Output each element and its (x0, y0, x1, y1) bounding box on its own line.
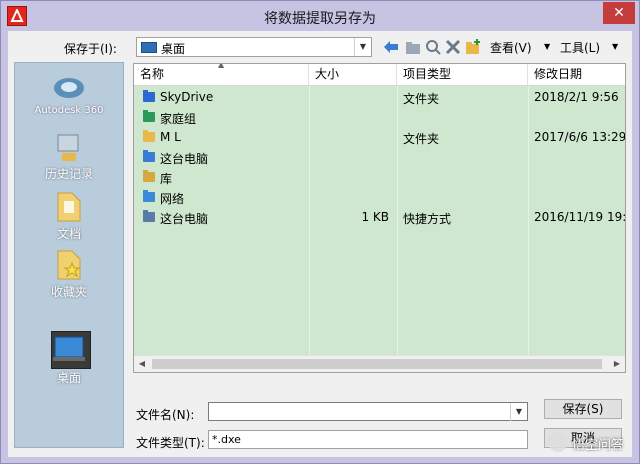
back-arrow-icon[interactable] (382, 38, 400, 56)
filetype-value: *.dxe (212, 433, 241, 446)
row-name: 这台电脑 (160, 152, 209, 166)
file-list-header: 名称 ▲ 大小 项目类型 修改日期 (134, 64, 625, 86)
new-folder-icon[interactable] (464, 38, 482, 56)
table-row[interactable]: 这台电脑 (134, 147, 625, 167)
skydrive-icon (142, 89, 156, 103)
chevron-down-icon[interactable]: ▼ (510, 403, 527, 421)
row-name: 库 (160, 172, 173, 186)
network-icon (142, 189, 156, 203)
library-icon (142, 169, 156, 183)
favorites-icon (57, 250, 81, 280)
table-row[interactable]: 这台电脑 1 KB 快捷方式 2016/11/19 19:5 (134, 207, 625, 227)
filename-label: 文件名(N): (136, 408, 195, 422)
place-autodesk-360[interactable]: Autodesk 360 (15, 73, 123, 116)
row-type: 快捷方式 (403, 212, 452, 226)
row-name: SkyDrive (160, 90, 214, 104)
computer-icon (142, 149, 156, 163)
place-favorites[interactable]: 收藏夹 (15, 247, 123, 300)
filetype-label: 文件类型(T): (136, 436, 205, 450)
horizontal-scrollbar[interactable]: ◀ ▶ (134, 355, 625, 372)
title-bar[interactable]: 将数据提取另存为 ✕ (1, 1, 639, 31)
save-button[interactable]: 保存(S) (544, 399, 622, 419)
row-name: M L (160, 130, 181, 144)
table-row[interactable]: 网络 (134, 187, 625, 207)
save-in-combo[interactable]: 桌面 ▼ (136, 37, 372, 57)
scroll-left-icon[interactable]: ◀ (134, 356, 150, 372)
table-row[interactable]: 库 (134, 167, 625, 187)
history-icon (57, 134, 79, 161)
save-in-label: 保存于(I): (64, 42, 117, 56)
scroll-right-icon[interactable]: ▶ (609, 356, 625, 372)
table-row[interactable]: SkyDrive 文件夹 2018/2/1 9:56 (134, 87, 625, 107)
up-folder-icon[interactable] (404, 38, 422, 56)
place-history[interactable]: 历史记录 (15, 133, 123, 182)
desktop-icon (141, 42, 157, 53)
cloud-icon (54, 78, 84, 98)
row-name: 这台电脑 (160, 212, 209, 226)
tools-dropdown-icon[interactable]: ▼ (612, 42, 618, 51)
row-type: 文件夹 (403, 132, 440, 146)
save-dialog: 将数据提取另存为 ✕ 保存于(I): 桌面 ▼ 查看(V) ▼ 工具(L) ▼ (0, 0, 640, 464)
shortcut-icon (142, 209, 156, 223)
scroll-thumb[interactable] (152, 359, 602, 369)
row-date: 2017/6/6 13:29 (534, 130, 625, 144)
table-row[interactable]: M L 文件夹 2017/6/6 13:29 (134, 127, 625, 147)
row-date: 2018/2/1 9:56 (534, 90, 619, 104)
window-title: 将数据提取另存为 (264, 11, 376, 27)
row-type: 文件夹 (403, 92, 440, 106)
place-desktop[interactable]: 桌面 (15, 331, 123, 386)
filename-combo[interactable]: ▼ (208, 402, 528, 421)
watermark: 悟空问答 (547, 432, 624, 453)
filetype-combo[interactable]: *.dxe (208, 430, 528, 449)
user-folder-icon (142, 129, 156, 143)
places-bar: Autodesk 360 历史记录 文档 收藏夹 桌面 (14, 62, 124, 448)
column-header-type[interactable]: 项目类型 (397, 64, 528, 85)
watermark-logo-icon (547, 432, 568, 452)
column-header-size[interactable]: 大小 (309, 64, 397, 85)
desktop-icon (53, 336, 85, 361)
column-header-date[interactable]: 修改日期 (528, 64, 625, 85)
place-documents[interactable]: 文档 (15, 189, 123, 242)
row-name: 家庭组 (160, 112, 197, 126)
file-list[interactable]: 名称 ▲ 大小 项目类型 修改日期 SkyDrive 文件夹 2018/2/1 9:… (133, 63, 626, 373)
documents-icon (57, 192, 81, 222)
search-web-icon[interactable] (424, 38, 442, 56)
chevron-down-icon[interactable]: ▼ (354, 38, 371, 56)
dialog-body: 保存于(I): 桌面 ▼ 查看(V) ▼ 工具(L) ▼ Autodesk 36… (8, 31, 632, 457)
delete-icon[interactable] (444, 38, 462, 56)
tools-menu[interactable]: 工具(L) (560, 39, 600, 56)
row-name: 网络 (160, 192, 185, 206)
view-menu[interactable]: 查看(V) (490, 39, 532, 56)
view-dropdown-icon[interactable]: ▼ (544, 42, 550, 51)
close-button[interactable]: ✕ (603, 2, 635, 24)
sort-up-icon: ▲ (218, 63, 225, 69)
homegroup-icon (142, 109, 156, 123)
table-row[interactable]: 家庭组 (134, 107, 625, 127)
row-date: 2016/11/19 19:5 (534, 210, 625, 224)
row-size: 1 KB (361, 210, 389, 224)
save-in-value: 桌面 (161, 42, 186, 56)
